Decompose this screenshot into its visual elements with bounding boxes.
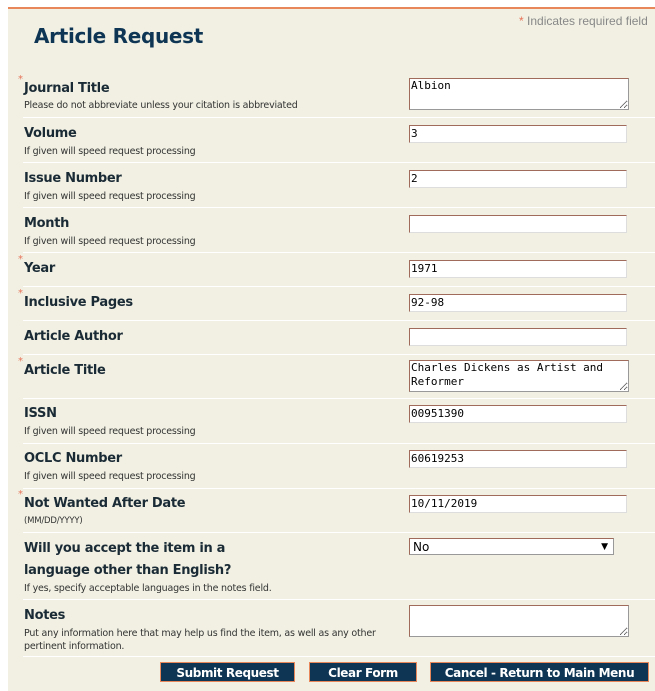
- dropdown-arrow-icon: ▼: [601, 542, 608, 552]
- required-note: * Indicates required field: [519, 14, 648, 28]
- issue-number-label: Issue Number: [24, 171, 122, 186]
- oclc-number-input[interactable]: 60619253: [409, 450, 627, 468]
- issue-number-input[interactable]: 2: [409, 170, 627, 188]
- journal-title-label: Journal Title: [24, 81, 110, 96]
- language-select-value: No: [413, 540, 430, 554]
- language-label-line2: language other than English?: [24, 563, 232, 578]
- volume-label: Volume: [24, 126, 77, 141]
- article-author-label: Article Author: [24, 329, 123, 344]
- divider: [23, 117, 655, 118]
- not-wanted-after-input[interactable]: 10/11/2019: [409, 495, 627, 513]
- article-author-input[interactable]: [409, 328, 627, 346]
- article-title-input[interactable]: Charles Dickens as Artist and Reformer: [409, 360, 629, 392]
- issn-label: ISSN: [24, 406, 57, 421]
- submit-request-button[interactable]: Submit Request: [160, 662, 295, 682]
- required-star: *: [519, 14, 524, 28]
- notes-input[interactable]: [409, 605, 629, 637]
- language-label-line1: Will you accept the item in a: [24, 541, 226, 556]
- volume-input[interactable]: 3: [409, 125, 627, 143]
- required-note-text: Indicates required field: [527, 14, 648, 28]
- divider: [23, 252, 655, 253]
- notes-hint-line1: Put any information here that may help u…: [24, 628, 376, 639]
- not-wanted-after-label: Not Wanted After Date: [24, 496, 186, 511]
- year-label: Year: [24, 261, 56, 276]
- required-star: *: [18, 356, 23, 367]
- journal-title-input[interactable]: Albion: [409, 78, 629, 110]
- journal-title-hint: Please do not abbreviate unless your cit…: [24, 100, 298, 111]
- issn-input[interactable]: 00951390: [409, 405, 627, 423]
- divider: [23, 286, 655, 287]
- required-star: *: [18, 254, 23, 265]
- divider: [23, 207, 655, 208]
- divider: [23, 320, 655, 321]
- divider: [23, 398, 655, 399]
- inclusive-pages-label: Inclusive Pages: [24, 295, 133, 310]
- required-star: *: [18, 489, 23, 500]
- page-title: Article Request: [34, 24, 204, 48]
- notes-label: Notes: [24, 608, 66, 623]
- language-hint: If yes, specify acceptable languages in …: [24, 583, 272, 594]
- divider: [23, 599, 655, 600]
- clear-form-button[interactable]: Clear Form: [309, 662, 417, 682]
- language-select[interactable]: No ▼: [409, 538, 614, 555]
- article-title-label: Article Title: [24, 363, 106, 378]
- divider: [23, 443, 655, 444]
- required-star: *: [18, 288, 23, 299]
- month-input[interactable]: [409, 215, 627, 233]
- divider: [23, 354, 655, 355]
- oclc-number-label: OCLC Number: [24, 451, 122, 466]
- issn-hint: If given will speed request processing: [24, 426, 196, 437]
- divider: [23, 656, 655, 657]
- volume-hint: If given will speed request processing: [24, 146, 196, 157]
- not-wanted-after-hint: (MM/DD/YYYY): [24, 516, 83, 526]
- cancel-return-button[interactable]: Cancel - Return to Main Menu: [430, 662, 649, 682]
- divider: [23, 162, 655, 163]
- divider: [23, 532, 655, 533]
- inclusive-pages-input[interactable]: 92-98: [409, 294, 627, 312]
- month-hint: If given will speed request processing: [24, 236, 196, 247]
- issue-number-hint: If given will speed request processing: [24, 191, 196, 202]
- required-star: *: [18, 74, 23, 85]
- year-input[interactable]: 1971: [409, 260, 627, 278]
- month-label: Month: [24, 216, 70, 231]
- oclc-number-hint: If given will speed request processing: [24, 471, 196, 482]
- divider: [23, 488, 655, 489]
- notes-hint-line2: pertinent information.: [24, 641, 125, 652]
